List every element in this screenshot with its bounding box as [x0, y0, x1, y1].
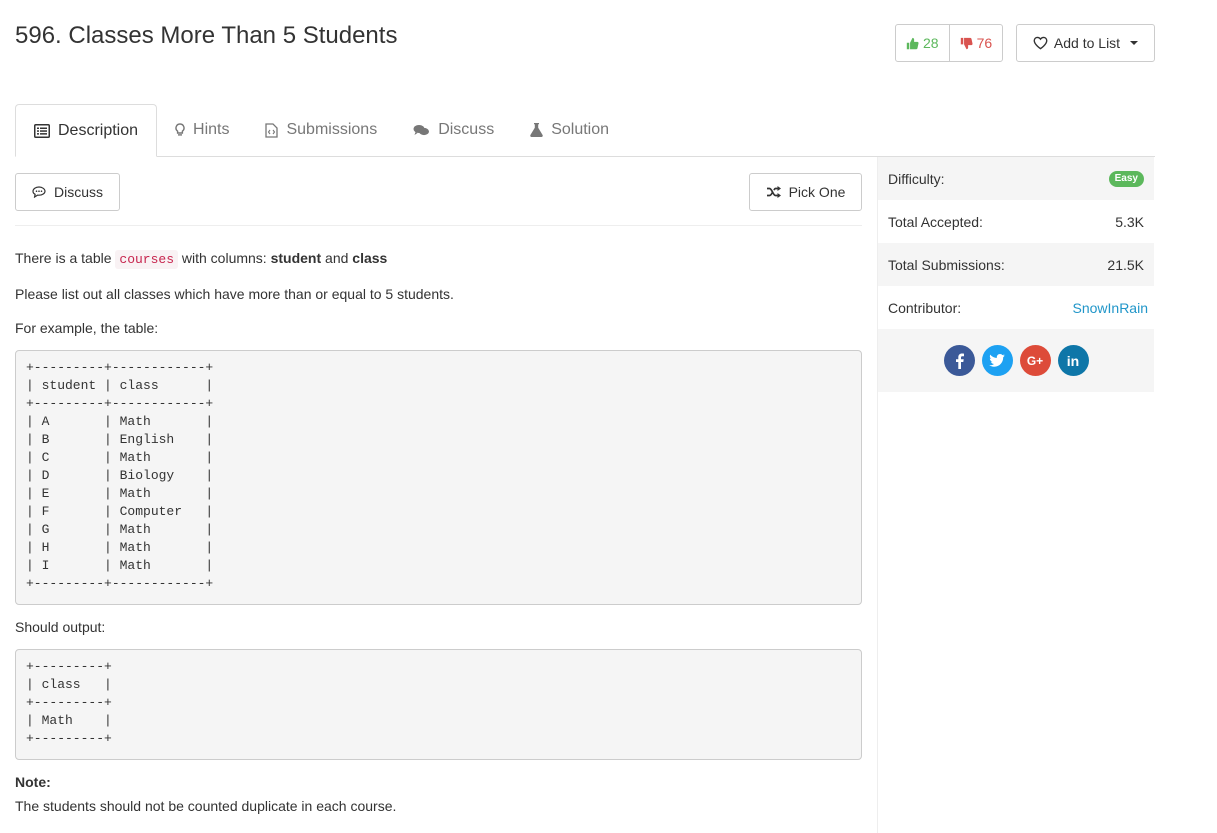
difficulty-row: Difficulty: Easy [878, 157, 1154, 200]
shuffle-icon [766, 186, 781, 198]
column-class: class [352, 250, 388, 266]
total-submissions-value: 21.5K [1107, 256, 1144, 273]
discuss-button[interactable]: Discuss [15, 173, 120, 211]
tab-solution-label: Solution [551, 121, 610, 138]
downvote-button[interactable]: 76 [948, 25, 1003, 61]
tab-solution[interactable]: Solution [512, 104, 627, 156]
twitter-icon[interactable] [981, 345, 1013, 376]
description-intro: There is a table courses with columns: s… [15, 250, 388, 269]
linkedin-icon[interactable]: in [1057, 345, 1089, 376]
heart-icon [1033, 36, 1048, 50]
problem-tabs: Description Hints Submissions Discuss So… [15, 104, 1155, 157]
total-accepted-row: Total Accepted: 5.3K [878, 200, 1154, 243]
note-text: The students should not be counted dupli… [15, 798, 397, 814]
vote-group: 28 76 [895, 24, 1004, 62]
tab-discuss[interactable]: Discuss [395, 104, 512, 156]
upvote-button[interactable]: 28 [896, 25, 949, 61]
tab-submissions[interactable]: Submissions [247, 104, 395, 156]
output-table-block: +---------+ | class | +---------+ | Math… [15, 649, 862, 760]
add-to-list-label: Add to List [1053, 35, 1121, 51]
lightbulb-icon [175, 123, 185, 136]
total-accepted-label: Total Accepted: [888, 213, 983, 230]
tab-submissions-label: Submissions [286, 121, 378, 138]
description-task: Please list out all classes which have m… [15, 286, 454, 302]
contributor-label: Contributor: [888, 299, 962, 316]
table-name-code: courses [115, 250, 178, 269]
tab-hints-label: Hints [193, 121, 230, 138]
comments-icon [413, 124, 430, 135]
example-label: For example, the table: [15, 320, 159, 336]
pick-one-label: Pick One [788, 184, 846, 200]
column-student: student [270, 250, 322, 266]
thumbs-down-icon [960, 37, 973, 49]
google-plus-icon[interactable]: G+ [1019, 345, 1051, 376]
page-title: 596. Classes More Than 5 Students [15, 22, 398, 49]
content-divider [15, 225, 862, 226]
add-to-list-button[interactable]: Add to List [1016, 24, 1155, 62]
discuss-button-label: Discuss [53, 184, 103, 200]
output-label: Should output: [15, 619, 106, 635]
total-submissions-row: Total Submissions: 21.5K [878, 243, 1154, 286]
comment-icon [32, 186, 46, 198]
tab-description[interactable]: Description [15, 104, 158, 157]
downvote-count: 76 [976, 35, 993, 51]
code-file-icon [265, 122, 279, 138]
difficulty-label: Difficulty: [888, 170, 945, 187]
total-accepted-value: 5.3K [1115, 213, 1144, 230]
difficulty-badge: Easy [1108, 170, 1144, 187]
contributor-row: Contributor: SnowInRain [878, 286, 1154, 329]
list-alt-icon [34, 123, 50, 138]
total-submissions-label: Total Submissions: [888, 256, 1005, 273]
flask-icon [530, 123, 543, 137]
note-label: Note: [15, 774, 51, 790]
thumbs-up-icon [906, 37, 919, 49]
problem-stats-sidebar: Difficulty: Easy Total Accepted: 5.3K To… [877, 157, 1154, 833]
tab-hints[interactable]: Hints [157, 104, 247, 156]
caret-down-icon [1130, 41, 1139, 45]
pick-one-button[interactable]: Pick One [749, 173, 862, 211]
upvote-count: 28 [923, 35, 939, 51]
example-table-block: +---------+------------+ | student | cla… [15, 350, 862, 605]
tab-description-label: Description [58, 121, 139, 139]
facebook-icon[interactable] [943, 345, 975, 376]
tab-discuss-label: Discuss [438, 121, 495, 138]
social-share-bar: G+ in [878, 329, 1154, 392]
contributor-link[interactable]: SnowInRain [1073, 300, 1149, 316]
